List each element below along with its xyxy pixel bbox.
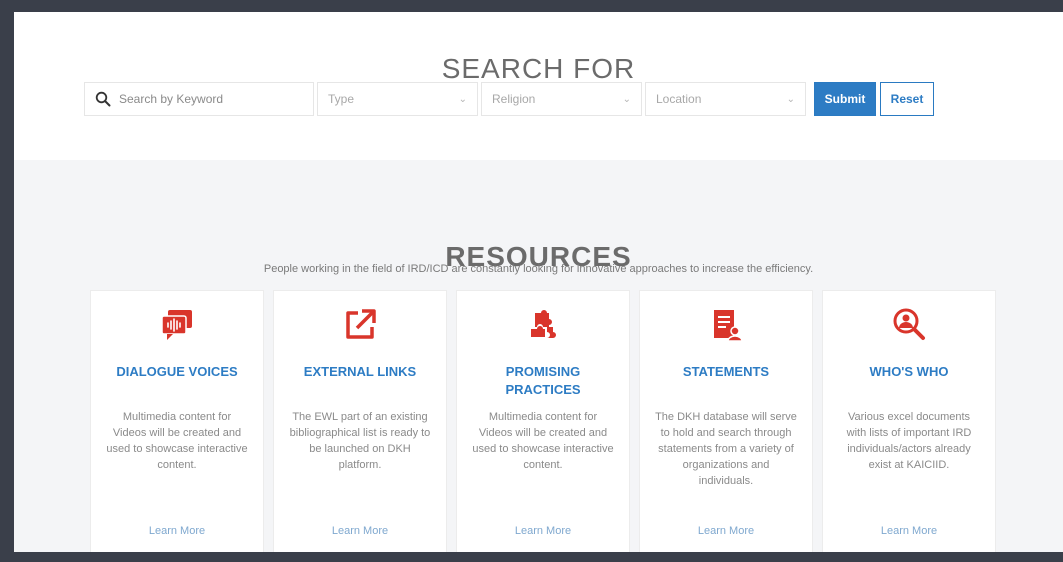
screenshot-frame: SEARCH FOR Search by Keyword Type ⌄ Reli…: [0, 0, 1063, 562]
resource-cards: DIALOGUE VOICES Multimedia content for V…: [90, 290, 1005, 552]
resource-card-whos-who[interactable]: WHO'S WHO Various excel documents with l…: [822, 290, 996, 552]
search-title: SEARCH FOR: [441, 52, 636, 84]
search-person-icon: [823, 307, 995, 347]
submit-button[interactable]: Submit: [814, 82, 876, 116]
learn-more-link[interactable]: Learn More: [457, 525, 629, 537]
card-title[interactable]: WHO'S WHO: [833, 363, 985, 381]
learn-more-link[interactable]: Learn More: [274, 525, 446, 537]
card-title[interactable]: DIALOGUE VOICES: [101, 363, 253, 381]
keyword-placeholder: Search by Keyword: [119, 92, 224, 106]
learn-more-link[interactable]: Learn More: [91, 525, 263, 537]
reset-button[interactable]: Reset: [880, 82, 934, 116]
religion-select-label: Religion: [492, 92, 536, 106]
chevron-down-icon: ⌄: [622, 93, 631, 105]
learn-more-link[interactable]: Learn More: [823, 525, 995, 537]
resource-card-external-links[interactable]: EXTERNAL LINKS The EWL part of an existi…: [273, 290, 447, 552]
document-user-icon: [640, 307, 812, 347]
card-description: Multimedia content for Videos will be cr…: [472, 411, 614, 471]
card-title[interactable]: PROMISING PRACTICES: [467, 363, 619, 399]
external-link-icon: [274, 307, 446, 347]
type-select-label: Type: [328, 92, 355, 106]
card-description: The EWL part of an existing bibliographi…: [289, 411, 431, 471]
search-bar: Search by Keyword Type ⌄ Religion ⌄ Loca…: [84, 82, 934, 116]
resources-section: RESOURCES People working in the field of…: [14, 160, 1063, 552]
puzzle-icon: [457, 307, 629, 347]
chevron-down-icon: ⌄: [786, 93, 795, 105]
location-select[interactable]: Location ⌄: [645, 82, 806, 116]
card-description: The DKH database will serve to hold and …: [655, 411, 797, 487]
resource-card-dialogue-voices[interactable]: DIALOGUE VOICES Multimedia content for V…: [90, 290, 264, 552]
type-select[interactable]: Type ⌄: [317, 82, 478, 116]
audio-chat-icon: [91, 307, 263, 347]
card-title[interactable]: STATEMENTS: [650, 363, 802, 381]
card-description: Various excel documents with lists of im…: [846, 411, 972, 471]
keyword-search-input[interactable]: Search by Keyword: [84, 82, 314, 116]
resource-card-promising-practices[interactable]: PROMISING PRACTICES Multimedia content f…: [456, 290, 630, 552]
chevron-down-icon: ⌄: [458, 93, 467, 105]
resource-card-statements[interactable]: STATEMENTS The DKH database will serve t…: [639, 290, 813, 552]
page: SEARCH FOR Search by Keyword Type ⌄ Reli…: [14, 12, 1063, 552]
religion-select[interactable]: Religion ⌄: [481, 82, 642, 116]
location-select-label: Location: [656, 92, 702, 106]
learn-more-link[interactable]: Learn More: [640, 525, 812, 537]
resources-subtitle: People working in the field of IRD/ICD a…: [263, 263, 814, 275]
search-icon: [95, 91, 111, 107]
card-description: Multimedia content for Videos will be cr…: [106, 411, 248, 471]
card-title[interactable]: EXTERNAL LINKS: [284, 363, 436, 381]
